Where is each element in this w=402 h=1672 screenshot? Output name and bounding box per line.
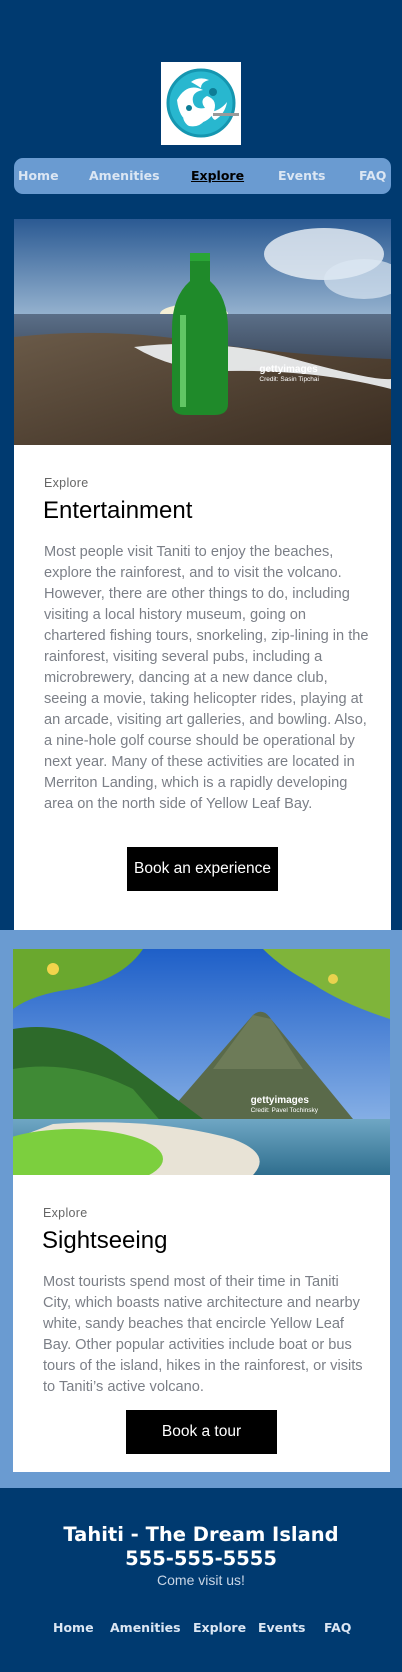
photo-credit: gettyimages Credit: Sasin Tipchai (259, 364, 319, 383)
nav-faq[interactable]: FAQ (359, 158, 386, 194)
section-kicker: Explore (44, 476, 89, 490)
section-body: Most people visit Taniti to enjoy the be… (44, 544, 369, 812)
nav-home[interactable]: Home (18, 158, 59, 194)
section-title: Sightseeing (42, 1227, 168, 1254)
book-tour-button[interactable]: Book a tour (126, 1410, 277, 1454)
entertainment-card: gettyimages Credit: Sasin Tipchai Explor… (14, 219, 391, 931)
page: Home Amenities Explore Events FAQ gettyi… (0, 0, 402, 1672)
mountain-beach-photo (13, 949, 390, 1175)
footer-nav-explore[interactable]: Explore (193, 1620, 246, 1635)
sightseeing-photo: gettyimages Credit: Pavel Tochinsky (13, 949, 390, 1175)
footer-title: Tahiti - The Dream Island (63, 1523, 339, 1546)
footer-tagline: Come visit us! (157, 1572, 245, 1588)
section-title: Entertainment (43, 497, 193, 524)
section-kicker: Explore (43, 1206, 88, 1220)
nav-amenities[interactable]: Amenities (89, 158, 160, 194)
entertainment-photo: gettyimages Credit: Sasin Tipchai (14, 219, 391, 445)
footer-nav-amenities[interactable]: Amenities (110, 1620, 181, 1635)
beach-bottle-photo (14, 219, 391, 445)
swirl-wave-logo-icon (166, 68, 239, 138)
nav-explore[interactable]: Explore (191, 158, 244, 194)
footer-phone: 555-555-5555 (125, 1547, 277, 1570)
footer-nav-faq[interactable]: FAQ (324, 1620, 351, 1635)
nav-events[interactable]: Events (278, 158, 325, 194)
footer-nav-home[interactable]: Home (53, 1620, 94, 1635)
section-body: Most tourists spend most of their time i… (43, 1274, 363, 1395)
sightseeing-card: gettyimages Credit: Pavel Tochinsky Expl… (13, 949, 390, 1472)
site-logo[interactable] (161, 62, 241, 145)
footer-nav-events[interactable]: Events (258, 1620, 305, 1635)
book-experience-button[interactable]: Book an experience (127, 847, 278, 891)
main-nav: Home Amenities Explore Events FAQ (14, 158, 391, 194)
photo-credit: gettyimages Credit: Pavel Tochinsky (250, 1095, 318, 1114)
